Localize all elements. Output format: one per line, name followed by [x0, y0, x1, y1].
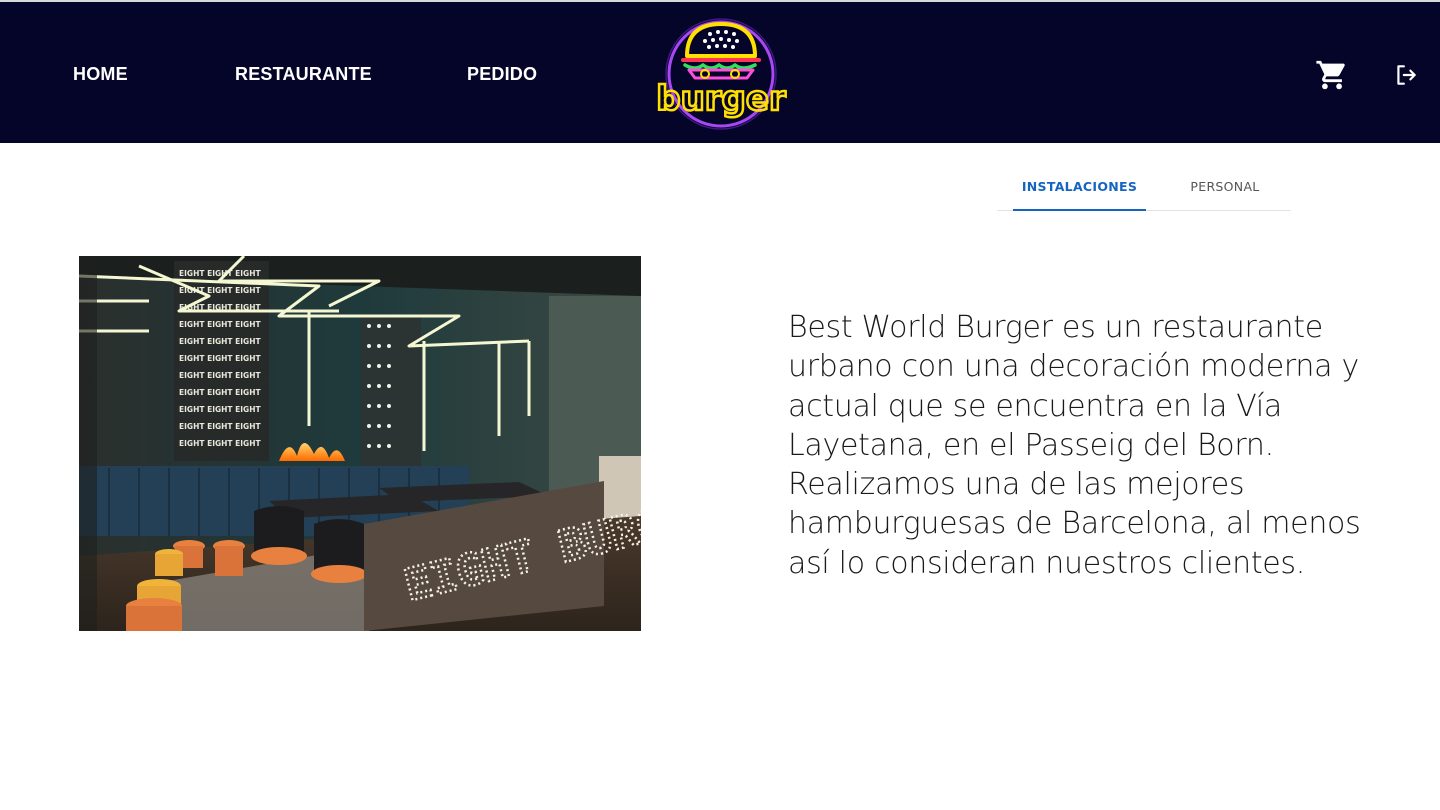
nav-pedido-link[interactable]: PEDIDO — [467, 64, 537, 84]
nav-home-link[interactable]: HOME — [73, 64, 128, 84]
svg-text:EIGHT EIGHT EIGHT: EIGHT EIGHT EIGHT — [179, 439, 261, 448]
nav-restaurante-link[interactable]: RESTAURANTE — [235, 64, 372, 84]
svg-text:EIGHT EIGHT EIGHT: EIGHT EIGHT EIGHT — [179, 405, 261, 414]
section-tabs: INSTALACIONES PERSONAL — [997, 166, 1291, 211]
svg-text:EIGHT EIGHT EIGHT: EIGHT EIGHT EIGHT — [179, 422, 261, 431]
svg-text:EIGHT EIGHT EIGHT: EIGHT EIGHT EIGHT — [179, 388, 261, 397]
shopping-cart-icon[interactable] — [1315, 58, 1349, 92]
svg-text:EIGHT EIGHT EIGHT: EIGHT EIGHT EIGHT — [179, 320, 261, 329]
svg-text:EIGHT EIGHT EIGHT: EIGHT EIGHT EIGHT — [179, 371, 261, 380]
tab-personal[interactable]: PERSONAL — [1163, 166, 1287, 210]
logo-text: burger — [656, 79, 786, 119]
tab-instalaciones[interactable]: INSTALACIONES — [1013, 166, 1146, 211]
top-navbar: HOME RESTAURANTE PEDIDO burger — [0, 0, 1440, 143]
svg-text:EIGHT EIGHT EIGHT: EIGHT EIGHT EIGHT — [179, 354, 261, 363]
svg-text:EIGHT EIGHT EIGHT: EIGHT EIGHT EIGHT — [179, 269, 261, 278]
svg-text:EIGHT EIGHT EIGHT: EIGHT EIGHT EIGHT — [179, 337, 261, 346]
restaurant-description: Best World Burger es un restaurante urba… — [788, 310, 1361, 581]
logout-icon[interactable] — [1393, 62, 1419, 88]
burger-logo[interactable]: burger — [655, 16, 787, 130]
restaurant-interior-image: EIGHT EIGHT EIGHT EIGHT EIGHT EIGHT EIGH… — [79, 256, 641, 631]
